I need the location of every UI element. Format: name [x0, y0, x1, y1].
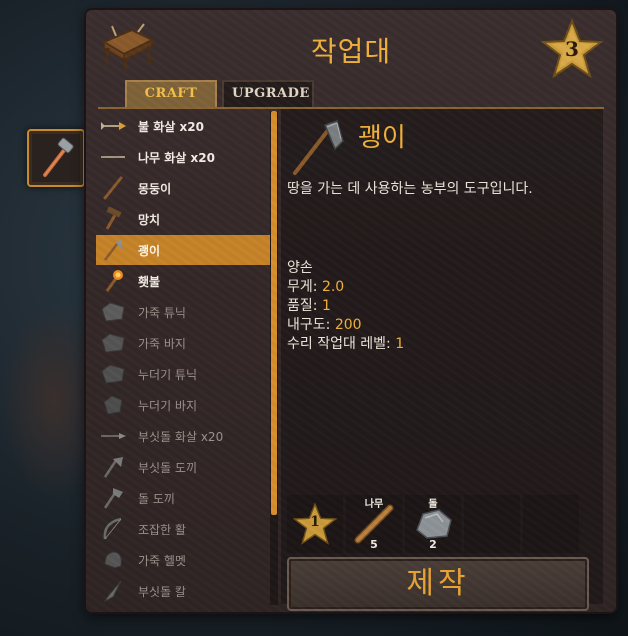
recipe-row[interactable]: 부싯돌 도끼	[96, 452, 270, 482]
recipe-row[interactable]: 나무 화살 x20	[96, 142, 270, 172]
leather-helmet-icon	[98, 545, 128, 575]
recipe-label: 망치	[138, 212, 161, 227]
recipe-label: 부싯돌 화살 x20	[138, 429, 224, 444]
recipe-label: 괭이	[138, 243, 161, 258]
recipe-label: 나무 화살 x20	[138, 150, 215, 165]
flint-arrow-icon	[98, 421, 128, 451]
stat-quality: 품질: 1	[287, 298, 331, 314]
equipped-hammer-slot[interactable]	[27, 129, 85, 187]
hammer-icon	[43, 137, 74, 177]
recipe-label: 누더기 튜닉	[138, 367, 198, 382]
hammer-icon	[98, 204, 128, 234]
background-rock	[0, 300, 90, 500]
leather-tunic-icon	[98, 297, 128, 327]
recipe-row[interactable]: 불 화살 x20	[96, 111, 270, 141]
station-level-value: 3	[565, 37, 579, 61]
rag-tunic-icon	[98, 359, 128, 389]
recipe-row[interactable]: 가죽 튜닉	[96, 297, 270, 327]
recipe-row[interactable]: 부싯돌 화살 x20	[96, 421, 270, 451]
recipe-detail: 괭이 땅을 가는 데 사용하는 농부의 도구입니다. 양손 무게: 2.0 품질…	[281, 109, 603, 611]
panel-title: 작업대	[310, 35, 392, 68]
recipe-row[interactable]: 조잡한 활	[96, 514, 270, 544]
recipe-label: 부싯돌 도끼	[138, 460, 198, 475]
flint-axe-icon	[98, 452, 128, 482]
recipe-row[interactable]: 누더기 바지	[96, 390, 270, 420]
recipe-row[interactable]: 가죽 바지	[96, 328, 270, 358]
torch-icon	[98, 266, 128, 296]
fire-arrow-icon	[98, 111, 128, 141]
recipe-list: 불 화살 x20 나무 화살 x20 몽둥이망치괭이횃불가죽 튜닉가죽 바지누더기 …	[96, 111, 270, 606]
stat-weight: 무게: 2.0	[287, 279, 345, 295]
requirement-empty-slot	[523, 495, 579, 553]
recipe-row[interactable]: 몽둥이	[96, 173, 270, 203]
recipe-label: 돌 도끼	[138, 491, 175, 506]
hoe-icon	[98, 235, 128, 265]
requirements-row: 1 나무 5 돌 2	[287, 495, 579, 553]
recipe-label: 가죽 튜닉	[138, 305, 186, 320]
station-level-badge: 3	[540, 18, 604, 80]
recipe-label: 누더기 바지	[138, 398, 198, 413]
stone-axe-icon	[98, 483, 128, 513]
requirement-empty-slot	[464, 495, 520, 553]
recipe-row[interactable]: 돌 도끼	[96, 483, 270, 513]
recipe-row[interactable]: 가죽 헬멧	[96, 545, 270, 575]
recipe-label: 가죽 바지	[138, 336, 186, 351]
recipe-scroll-thumb[interactable]	[271, 111, 277, 515]
recipe-row[interactable]: 누더기 튜닉	[96, 359, 270, 389]
stat-repair-level: 수리 작업대 레벨: 1	[287, 336, 405, 352]
tab-craft[interactable]: CRAFT	[125, 80, 217, 108]
leather-pants-icon	[98, 328, 128, 358]
recipe-row[interactable]: 횃불	[96, 266, 270, 296]
requirement-wood: 나무 5	[346, 495, 402, 553]
crude-bow-icon	[98, 514, 128, 544]
flint-knife-icon	[98, 576, 128, 606]
tab-upgrade[interactable]: UPGRADE	[222, 80, 314, 108]
stat-hand: 양손	[287, 260, 313, 276]
required-level-slot: 1	[287, 495, 343, 553]
hoe-icon	[293, 120, 344, 175]
item-description: 땅을 가는 데 사용하는 농부의 도구입니다.	[287, 181, 533, 197]
rag-pants-icon	[98, 390, 128, 420]
craft-button[interactable]: 제작	[287, 557, 589, 611]
recipe-row[interactable]: 망치	[96, 204, 270, 234]
club-icon	[98, 173, 128, 203]
stat-durability: 내구도: 200	[287, 317, 362, 333]
recipe-label: 몽둥이	[138, 181, 172, 196]
item-stats: 양손 무게: 2.0 품질: 1 내구도: 200 수리 작업대 레벨: 1	[287, 259, 404, 354]
recipe-label: 조잡한 활	[138, 522, 186, 537]
item-name: 괭이	[358, 123, 406, 153]
requirement-stone: 돌 2	[405, 495, 461, 553]
recipe-label: 부싯돌 칼	[138, 584, 186, 599]
crafting-panel: 작업대 3 CRAFT UPGRADE 불 화살 x20 나무 화살 x20 몽둥이…	[86, 10, 616, 612]
recipe-label: 가죽 헬멧	[138, 553, 186, 568]
recipe-label: 불 화살 x20	[138, 119, 204, 134]
recipe-label: 횃불	[138, 274, 161, 289]
wood-arrow-icon	[98, 142, 128, 172]
recipe-row[interactable]: 부싯돌 칼	[96, 576, 270, 606]
recipe-row[interactable]: 괭이	[96, 235, 270, 265]
required-level-value: 1	[310, 514, 320, 530]
